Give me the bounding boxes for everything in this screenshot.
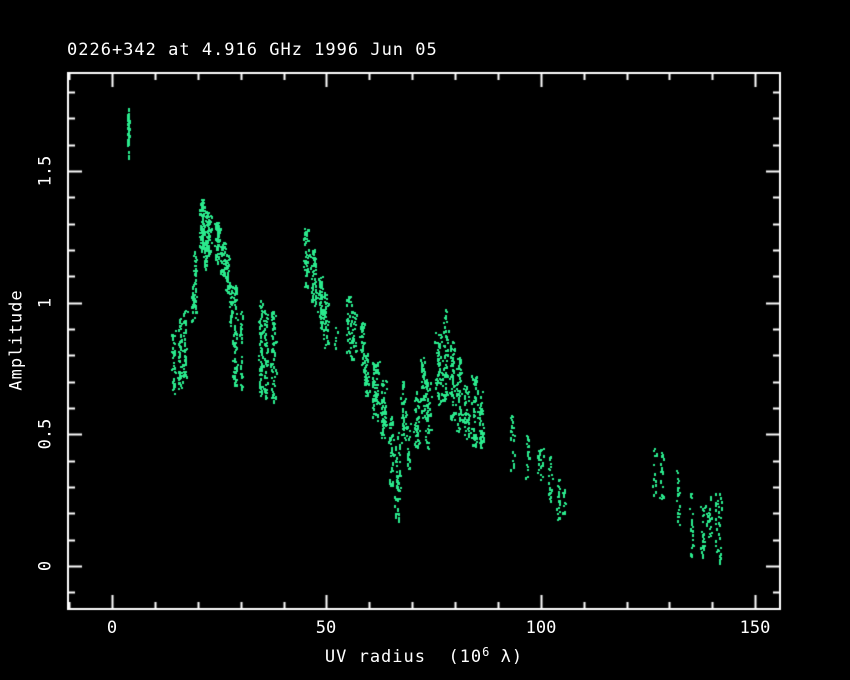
x-axis-title-lambda: λ) <box>489 647 523 667</box>
x-tick-label: 0 <box>107 620 117 637</box>
y-tick-label: 1.5 <box>38 156 55 187</box>
x-axis-title: UV radius (106 λ) <box>325 646 523 666</box>
x-axis-title-text: UV radius (10 <box>325 647 482 667</box>
x-tick-label: 150 <box>740 620 771 637</box>
visibility-plot-window: 0226+342 at 4.916 GHz 1996 Jun 05 Amplit… <box>0 0 850 680</box>
x-axis-title-exponent: 6 <box>482 645 489 659</box>
y-tick-label: 1 <box>38 298 55 308</box>
x-tick-label: 50 <box>316 620 336 637</box>
y-tick-label: 0.5 <box>38 419 55 450</box>
y-tick-label: 0 <box>38 561 55 571</box>
x-tick-label: 100 <box>526 620 557 637</box>
uv-amplitude-scatter-canvas <box>0 0 850 680</box>
y-axis-title: Amplitude <box>9 289 26 390</box>
plot-title: 0226+342 at 4.916 GHz 1996 Jun 05 <box>67 42 438 59</box>
